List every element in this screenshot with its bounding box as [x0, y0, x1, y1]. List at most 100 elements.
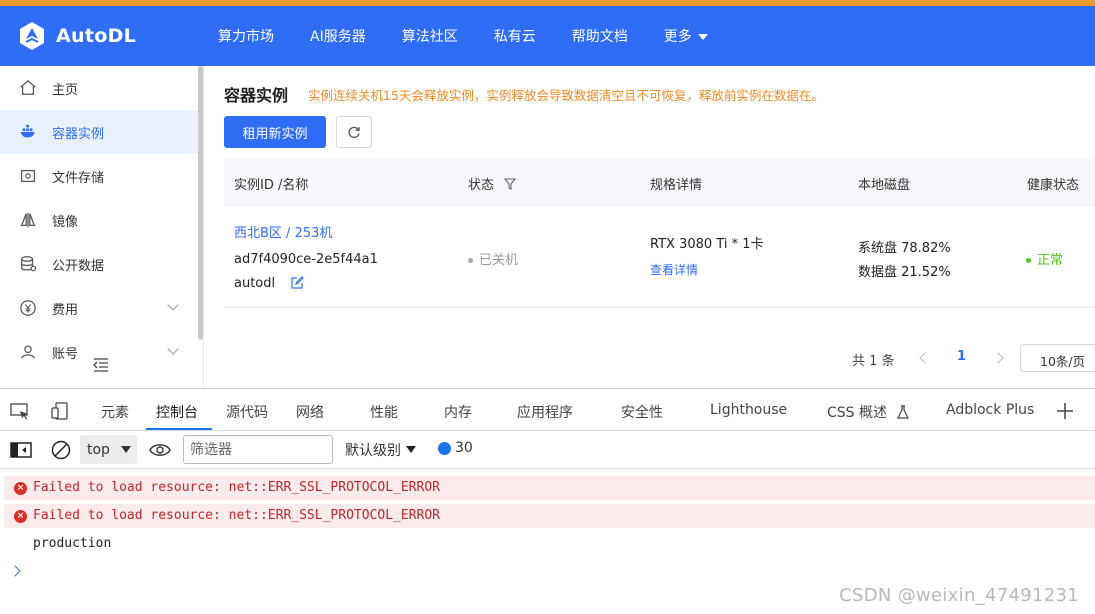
- console-message: Failed to load resource: net::ERR_SSL_PR…: [33, 508, 440, 523]
- tab-adblock-plus[interactable]: Adblock Plus: [946, 402, 1034, 418]
- system-disk-usage: 系统盘 78.82%: [858, 241, 951, 256]
- console-toolbar: top 默认级别 30: [0, 431, 1095, 469]
- home-icon: [18, 78, 38, 98]
- console-prompt-icon[interactable]: [9, 565, 21, 577]
- user-icon: [18, 342, 38, 362]
- devtools-panel: 元素 控制台 源代码 网络 性能 内存 应用程序 安全性 Lighthouse …: [0, 388, 1095, 614]
- sidebar-item-label: 文件存储: [52, 170, 105, 186]
- storage-icon: [18, 166, 38, 186]
- watermark: CSDN @weixin_47491231: [839, 585, 1079, 606]
- sidebar-item-label: 镜像: [52, 214, 79, 230]
- col-header-spec: 规格详情: [650, 178, 703, 193]
- tab-css-overview-label: CSS 概述: [827, 405, 887, 421]
- tab-application[interactable]: 应用程序: [517, 402, 573, 422]
- log-level-select[interactable]: 默认级别: [345, 440, 416, 460]
- sidebar-item-label: 公开数据: [52, 258, 105, 274]
- clear-console-icon[interactable]: [50, 439, 72, 461]
- rent-new-instance-button[interactable]: 租用新实例: [224, 116, 326, 148]
- sidebar-item-label: 容器实例: [52, 126, 105, 142]
- chevron-down-icon: [167, 299, 179, 311]
- logo[interactable]: AutoDL: [16, 20, 136, 52]
- image-icon: [18, 210, 38, 230]
- sidebar-scrollbar[interactable]: [198, 66, 203, 340]
- region-machine-link[interactable]: 西北B区 / 253机: [234, 222, 332, 241]
- tab-elements[interactable]: 元素: [101, 402, 129, 422]
- col-header-id-name: 实例ID /名称: [234, 178, 309, 193]
- tab-css-overview[interactable]: CSS 概述: [827, 402, 910, 422]
- nav-item-private-cloud[interactable]: 私有云: [494, 26, 536, 46]
- inspect-element-icon[interactable]: [9, 401, 31, 421]
- instance-id: ad7f4090ce-2e5f44a1: [234, 252, 378, 267]
- sidebar-item-public-data[interactable]: 公开数据: [0, 242, 203, 286]
- nav-item-community[interactable]: 算法社区: [402, 26, 458, 46]
- instance-name-label: autodl: [234, 276, 276, 291]
- tab-lighthouse[interactable]: Lighthouse: [710, 402, 787, 418]
- sidebar-item-file-storage[interactable]: 文件存储: [0, 154, 203, 198]
- sidebar-item-containers[interactable]: 容器实例: [0, 110, 203, 154]
- context-select[interactable]: top: [80, 435, 137, 464]
- tab-sources[interactable]: 源代码: [226, 402, 268, 422]
- nav-item-market[interactable]: 算力市场: [218, 26, 274, 46]
- main-content: 容器实例 实例连续关机15天会释放实例，实例释放会导致数据清空且不可恢复，释放前…: [210, 66, 1095, 388]
- gpu-spec: RTX 3080 Ti * 1卡: [650, 237, 764, 252]
- devtools-tabbar: 元素 控制台 源代码 网络 性能 内存 应用程序 安全性 Lighthouse …: [0, 389, 1095, 431]
- next-page-icon[interactable]: [992, 352, 1004, 364]
- autodl-logo-icon: [20, 22, 44, 50]
- chevron-down-icon: [167, 343, 179, 355]
- console-message: Failed to load resource: net::ERR_SSL_PR…: [33, 480, 440, 495]
- add-tab-icon[interactable]: [1054, 401, 1076, 421]
- database-icon: [18, 254, 38, 274]
- data-disk-usage: 数据盘 21.52%: [858, 265, 951, 280]
- page-number[interactable]: 1: [957, 349, 966, 364]
- console-error-line[interactable]: × Failed to load resource: net::ERR_SSL_…: [4, 476, 1095, 500]
- col-header-status-label: 状态: [468, 178, 495, 193]
- console-error-line[interactable]: × Failed to load resource: net::ERR_SSL_…: [4, 504, 1095, 528]
- tab-console[interactable]: 控制台: [156, 402, 198, 422]
- pagination-total: 共 1 条: [852, 354, 895, 369]
- nav-item-help-docs[interactable]: 帮助文档: [572, 26, 628, 46]
- eye-icon[interactable]: [149, 442, 171, 458]
- nav-item-more[interactable]: 更多: [664, 26, 708, 46]
- nav-item-ai-server[interactable]: AI服务器: [310, 26, 366, 46]
- flask-icon: [897, 405, 910, 419]
- health-dot: [1026, 258, 1031, 263]
- message-count-label: 30: [455, 440, 473, 456]
- console-filter-input[interactable]: [183, 435, 333, 464]
- release-warning: 实例连续关机15天会释放实例，实例释放会导致数据清空且不可恢复，释放前实例在数据…: [308, 88, 824, 103]
- prev-page-icon[interactable]: [919, 352, 931, 364]
- table-header: 实例ID /名称 状态 规格详情 本地磁盘 健康状态: [224, 158, 1095, 206]
- table-row: 西北B区 / 253机 ad7f4090ce-2e5f44a1 autodl 已…: [224, 206, 1095, 308]
- instance-name: autodl: [234, 276, 305, 291]
- col-header-disk: 本地磁盘: [858, 178, 911, 193]
- error-icon: ×: [14, 510, 27, 523]
- sidebar-item-home[interactable]: 主页: [0, 66, 203, 110]
- refresh-button[interactable]: [336, 116, 372, 148]
- tab-security[interactable]: 安全性: [621, 402, 663, 422]
- message-icon: [438, 441, 451, 455]
- yen-icon: [18, 298, 38, 318]
- refresh-icon: [348, 126, 360, 139]
- active-tab-underline: [146, 428, 212, 430]
- sidebar-item-images[interactable]: 镜像: [0, 198, 203, 242]
- sidebar-item-billing[interactable]: 费用: [0, 286, 203, 330]
- console-log-line[interactable]: production: [4, 532, 1095, 556]
- tab-performance[interactable]: 性能: [370, 402, 398, 422]
- sidebar-item-label: 主页: [52, 82, 79, 98]
- device-toolbar-icon[interactable]: [49, 401, 71, 421]
- sidebar: 主页 容器实例 文件存储 镜像 公开数据 费用 账号: [0, 66, 204, 388]
- health-label: 正常: [1037, 253, 1064, 268]
- tab-network[interactable]: 网络: [296, 402, 324, 422]
- edit-icon[interactable]: [291, 276, 305, 289]
- collapse-sidebar-icon[interactable]: [92, 356, 110, 374]
- page-size-select[interactable]: 10条/页: [1020, 344, 1095, 372]
- message-count[interactable]: 30: [438, 440, 473, 456]
- sidebar-item-label: 账号: [52, 346, 79, 362]
- top-navbar: AutoDL 算力市场 AI服务器 算法社区 私有云 帮助文档 更多: [0, 6, 1095, 66]
- tab-memory[interactable]: 内存: [444, 402, 472, 422]
- status-badge: 已关机: [468, 249, 518, 268]
- view-details-link[interactable]: 查看详情: [650, 261, 698, 278]
- sidebar-toggle-icon[interactable]: [10, 440, 32, 460]
- filter-icon[interactable]: [504, 178, 517, 190]
- sidebar-item-label: 费用: [52, 302, 79, 318]
- console-message: production: [33, 536, 112, 551]
